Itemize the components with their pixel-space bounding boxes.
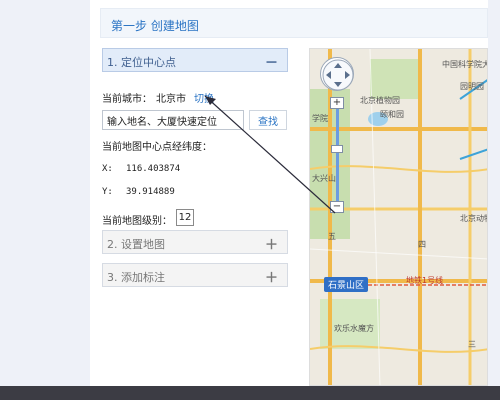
y-coordinate: Y: 39.914889 <box>102 187 175 197</box>
search-button[interactable]: 查找 <box>249 110 287 130</box>
map-label: 欢乐水魔方 <box>334 324 374 333</box>
zoom-in-button[interactable]: + <box>330 97 344 109</box>
step-title: 第一步 创建地图 <box>111 19 199 33</box>
map-label: 五 <box>328 232 336 241</box>
pan-arrows-icon <box>322 59 354 91</box>
map-label: 三 <box>468 340 476 349</box>
x-value: 116.403874 <box>126 164 181 174</box>
accordion-locate-center[interactable]: 1. 定位中心点 － <box>102 48 288 72</box>
accordion-label: 1. 定位中心点 <box>107 56 176 69</box>
y-label: Y: <box>102 187 113 197</box>
map-label: 北京动物园 <box>460 214 487 223</box>
map-canvas[interactable]: 中国科学院大学 北京植物园 颐和园 园明园 学院 北京动物园 大兴山 五 四 欢… <box>309 48 488 386</box>
zoom-level-value: 12 <box>176 209 194 226</box>
map-label: 北京植物园 <box>360 96 400 105</box>
accordion-label: 3. 添加标注 <box>107 271 165 284</box>
x-label: X: <box>102 164 113 174</box>
switch-city-link[interactable]: 切换 <box>194 90 214 105</box>
map-label: 园明园 <box>460 82 484 91</box>
zoom-slider[interactable]: + − <box>330 97 344 215</box>
district-label[interactable]: 石景山区 <box>324 277 369 292</box>
accordion-add-marker[interactable]: 3. 添加标注 ＋ <box>102 263 288 287</box>
collapse-icon[interactable]: － <box>265 52 278 71</box>
accordion-label: 2. 设置地图 <box>107 238 165 251</box>
map-label: 中国科学院大学 <box>442 60 487 69</box>
y-value: 39.914889 <box>126 187 175 197</box>
map-label: 颐和园 <box>380 110 404 119</box>
expand-icon[interactable]: ＋ <box>265 267 278 286</box>
create-map-panel: 第一步 创建地图 1. 定位中心点 － 当前城市： 北京市 切换 查找 当前地图… <box>90 0 488 386</box>
zoom-level-label: 当前地图级别： <box>102 216 172 227</box>
city-value: 北京市 <box>156 94 186 105</box>
map-label: 学院 <box>312 114 328 123</box>
right-gutter <box>488 0 500 400</box>
step-header: 第一步 创建地图 <box>100 8 488 38</box>
search-input[interactable] <box>102 110 244 130</box>
pan-control[interactable] <box>320 57 354 91</box>
left-gutter <box>0 0 90 400</box>
accordion-set-map[interactable]: 2. 设置地图 ＋ <box>102 230 288 254</box>
zoom-track <box>336 107 339 207</box>
subway-line-label: 地铁1号线 <box>406 276 444 285</box>
zoom-out-button[interactable]: − <box>330 201 344 213</box>
city-label: 当前城市： <box>102 94 152 105</box>
latlng-title: 当前地图中心点经纬度： <box>102 142 212 153</box>
x-coordinate: X: 116.403874 <box>102 164 180 174</box>
zoom-handle[interactable] <box>331 145 343 153</box>
expand-icon[interactable]: ＋ <box>265 234 278 253</box>
map-label: 四 <box>418 240 426 249</box>
bottom-bar <box>0 386 500 400</box>
